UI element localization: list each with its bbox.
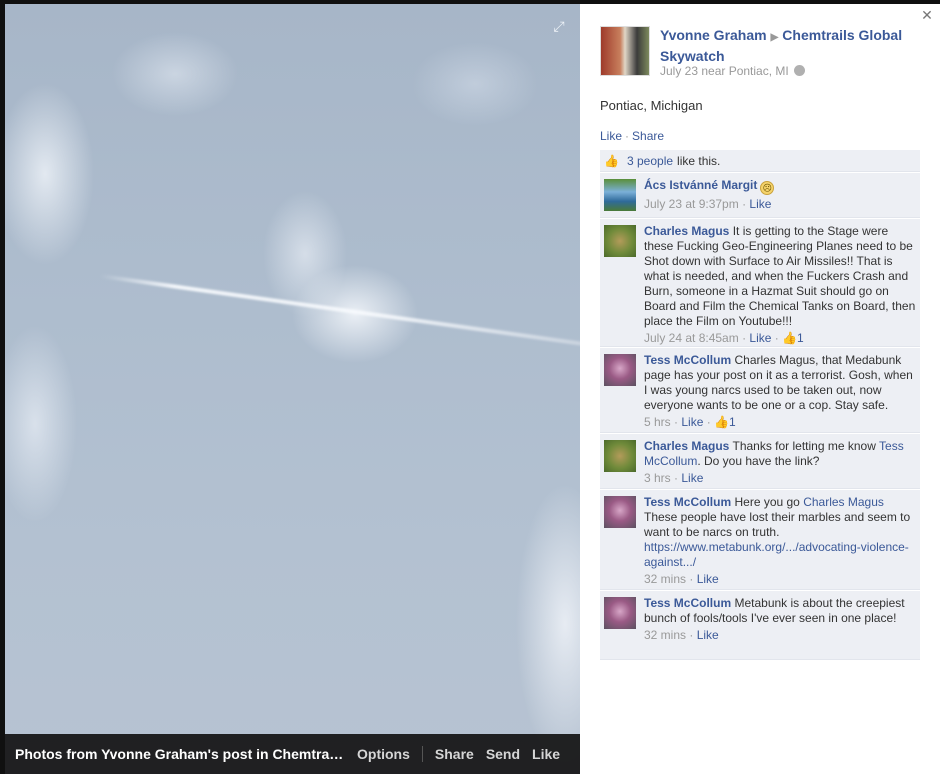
avatar[interactable]	[604, 597, 636, 629]
comment-text-continued: . Do you have the link?	[697, 454, 820, 468]
photo-pane: ⤢ Photos from Yvonne Graham's post in Ch…	[5, 4, 580, 774]
comment: Tess McCollum Charles Magus, that Medabu…	[600, 347, 920, 433]
comment-author[interactable]: Tess McCollum	[644, 596, 731, 610]
comment-like-count[interactable]: 1	[797, 331, 804, 345]
post-text: Pontiac, Michigan	[600, 98, 703, 113]
post-like-link[interactable]: Like	[600, 129, 622, 143]
comment: Tess McCollum Metabunk is about the cree…	[600, 590, 920, 660]
comment-author[interactable]: Charles Magus	[644, 224, 729, 238]
comment-like-link[interactable]: Like	[697, 572, 719, 586]
comment-text: Here you go	[734, 495, 800, 509]
comment-time[interactable]: 3 hrs	[644, 471, 671, 485]
comment-mention[interactable]: Charles Magus	[803, 495, 884, 509]
sidebar: ✕ Yvonne Graham ▶ Chemtrails Global Skywat…	[580, 4, 940, 774]
expand-icon[interactable]: ⤢	[551, 18, 567, 34]
thumbs-up-icon: 👍	[782, 331, 798, 345]
divider	[421, 746, 423, 762]
comment-link[interactable]: https://www.metabunk.org/.../advocating-…	[644, 540, 909, 569]
comment-author[interactable]: Tess McCollum	[644, 353, 731, 367]
post-actions: Like · Share	[600, 129, 664, 143]
comments-section: 👍 3 people like this. Ács Istvánné Margi…	[600, 150, 920, 660]
comment-like-link[interactable]: Like	[697, 628, 719, 642]
comment-meta: July 23 at 9:37pm · Like	[644, 197, 772, 211]
photo-caption: Photos from Yvonne Graham's post in Chem…	[15, 746, 345, 762]
separator: ·	[625, 129, 630, 143]
comment-meta: 3 hrs · Like	[644, 471, 704, 485]
comment-author[interactable]: Charles Magus	[644, 439, 729, 453]
comment-like-link[interactable]: Like	[749, 331, 771, 345]
comment-meta: 5 hrs · Like · 👍1	[644, 415, 736, 429]
frown-emoji-icon: ☹	[760, 181, 775, 195]
comment: Charles Magus Thanks for letting me know…	[600, 433, 920, 489]
post-timestamp[interactable]: July 23 near Pontiac, MI	[660, 64, 789, 78]
likes-suffix: like this.	[677, 153, 721, 168]
comment-text: It is getting to the Stage were these Fu…	[644, 224, 916, 328]
author-link[interactable]: Yvonne Graham	[660, 27, 767, 43]
like-button[interactable]: Like	[532, 746, 560, 762]
comment-time[interactable]: July 23 at 9:37pm	[644, 197, 739, 211]
globe-icon	[794, 65, 806, 76]
send-button[interactable]: Send	[486, 746, 520, 762]
comment: Tess McCollum Here you go Charles Magus …	[600, 489, 920, 590]
avatar[interactable]	[604, 354, 636, 386]
post-meta: July 23 near Pontiac, MI	[660, 64, 806, 78]
share-button[interactable]: Share	[435, 746, 474, 762]
close-icon[interactable]: ✕	[920, 8, 934, 22]
comment: Charles Magus It is getting to the Stage…	[600, 218, 920, 347]
post-share-link[interactable]: Share	[632, 129, 664, 143]
likers-link[interactable]: 3 people	[627, 154, 673, 168]
comment-time[interactable]: 32 mins	[644, 628, 686, 642]
comment-author[interactable]: Ács Istvánné Margit	[644, 178, 757, 192]
photo-action-bar: Photos from Yvonne Graham's post in Chem…	[5, 734, 580, 774]
options-button[interactable]: Options	[357, 746, 410, 762]
avatar[interactable]	[604, 179, 636, 211]
avatar[interactable]	[604, 225, 636, 257]
comment-like-count[interactable]: 1	[729, 415, 736, 429]
comment-like-link[interactable]: Like	[681, 415, 703, 429]
comment-like-link[interactable]: Like	[749, 197, 771, 211]
comment-meta: 32 mins · Like	[644, 572, 719, 586]
comment: Ács Istvánné Margit ☹ July 23 at 9:37pm ·…	[600, 172, 920, 218]
comment-text: Thanks for letting me know	[732, 439, 876, 453]
comment-text-continued: These people have lost their marbles and…	[644, 510, 911, 539]
comment-meta: July 24 at 8:45am · Like · 👍1	[644, 331, 804, 345]
avatar[interactable]	[604, 440, 636, 472]
author-line: Yvonne Graham ▶ Chemtrails Global Skywatch	[660, 26, 920, 65]
arrow-right-icon: ▶	[770, 32, 779, 43]
avatar[interactable]	[600, 26, 650, 76]
comment-like-link[interactable]: Like	[681, 471, 703, 485]
thumbs-up-icon: 👍	[604, 153, 619, 168]
comment-time[interactable]: 32 mins	[644, 572, 686, 586]
comment-meta: 32 mins · Like	[644, 628, 719, 642]
likes-summary: 👍 3 people like this.	[600, 150, 920, 172]
comment-time[interactable]: July 24 at 8:45am	[644, 331, 739, 345]
avatar[interactable]	[604, 496, 636, 528]
thumbs-up-icon: 👍	[714, 415, 729, 429]
comment-time[interactable]: 5 hrs	[644, 415, 671, 429]
sky-photo[interactable]	[5, 4, 580, 774]
comment-author[interactable]: Tess McCollum	[644, 495, 731, 509]
photo-viewer: ⤢ Photos from Yvonne Graham's post in Ch…	[0, 0, 940, 774]
